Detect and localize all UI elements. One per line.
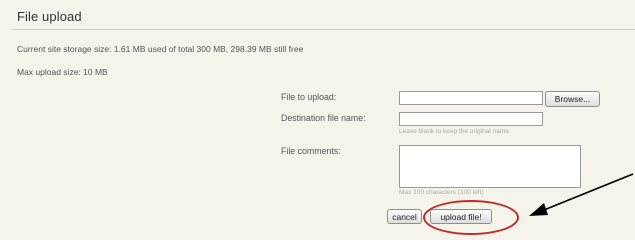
destination-file-name-input[interactable]	[399, 112, 543, 126]
file-comments-textarea[interactable]	[399, 145, 581, 188]
max-upload-info: Max upload size: 10 MB	[17, 67, 108, 77]
file-path-field[interactable]	[399, 91, 543, 105]
title-divider	[12, 29, 635, 30]
file-upload-panel: File upload Current site storage size: 1…	[0, 0, 635, 240]
browse-button[interactable]: Browse...	[545, 91, 600, 107]
storage-info: Current site storage size: 1.61 MB used …	[17, 44, 304, 54]
page-title: File upload	[17, 9, 82, 24]
destination-file-name-label: Destination file name:	[281, 113, 366, 123]
cancel-button[interactable]: cancel	[387, 209, 422, 224]
upload-file-button[interactable]: upload file!	[430, 209, 492, 224]
destination-hint: Leave blank to keep the original name.	[399, 128, 511, 135]
file-to-upload-label: File to upload:	[281, 92, 337, 102]
file-comments-label: File comments:	[281, 146, 341, 156]
comments-hint: Max 100 characters (100 left)	[399, 189, 484, 196]
